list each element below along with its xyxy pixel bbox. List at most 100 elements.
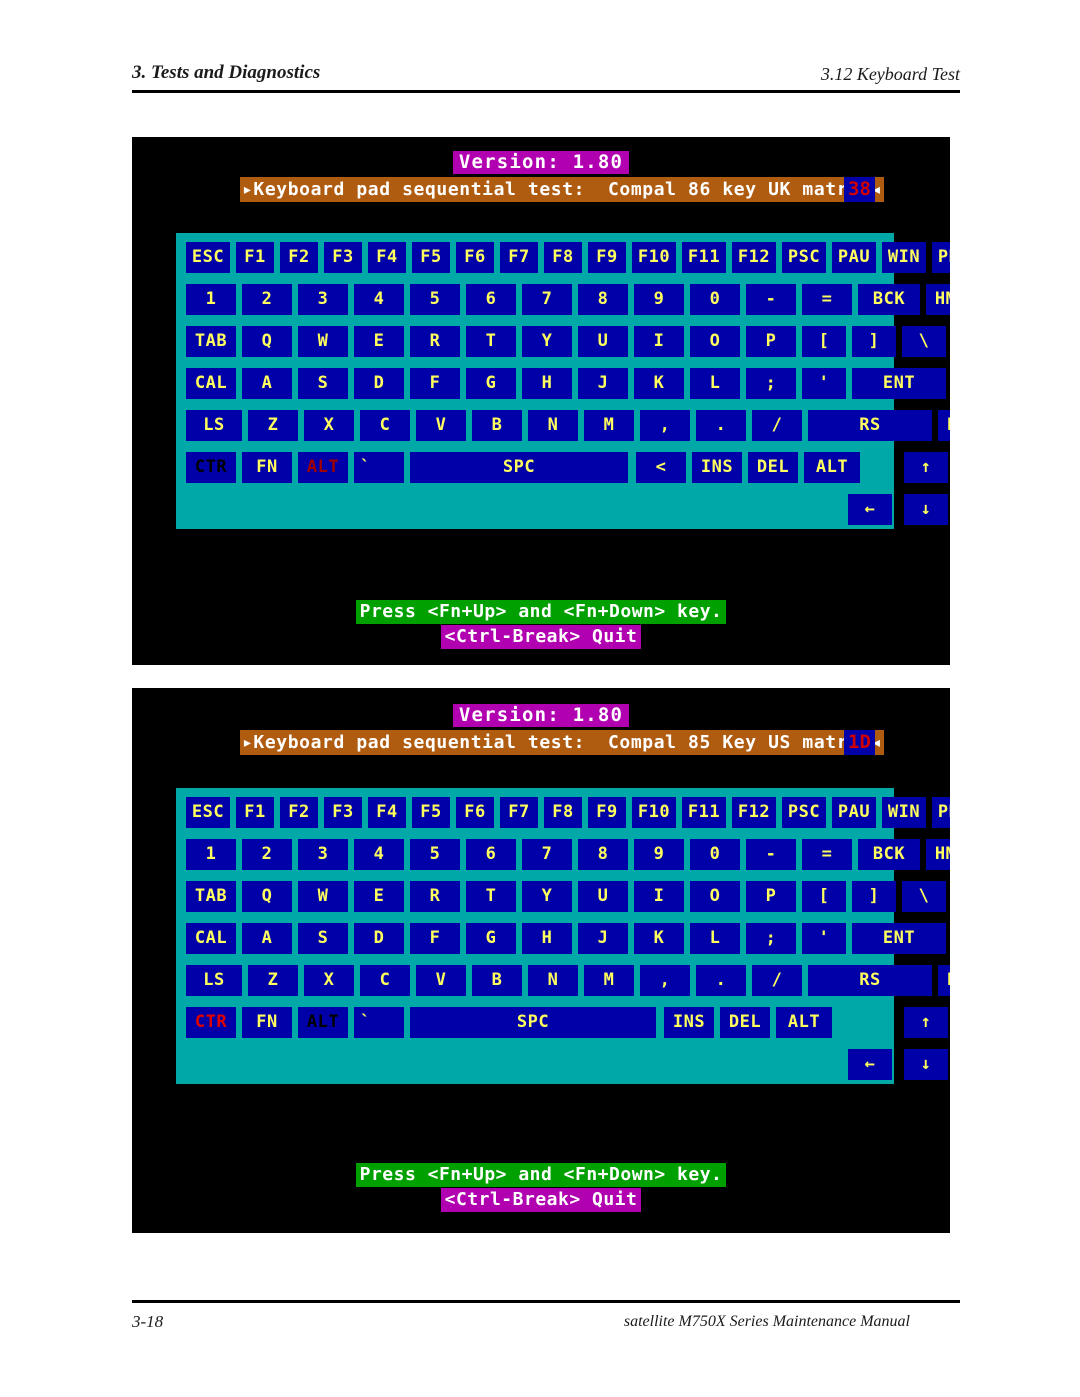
keyboard-key[interactable]: F8 xyxy=(544,242,582,273)
keyboard-key[interactable]: L xyxy=(690,368,740,399)
keyboard-key[interactable]: Q xyxy=(242,326,292,357)
keyboard-key[interactable]: B xyxy=(472,965,522,996)
keyboard-key[interactable]: Z xyxy=(248,965,298,996)
keyboard-key[interactable]: 3 xyxy=(298,839,348,870)
keyboard-key[interactable]: F3 xyxy=(324,242,362,273)
keyboard-key[interactable]: 3 xyxy=(298,284,348,315)
keyboard-key[interactable]: CAL xyxy=(186,368,236,399)
keyboard-key[interactable]: F6 xyxy=(456,797,494,828)
keyboard-key[interactable]: PAU xyxy=(832,797,876,828)
keyboard-key[interactable]: J xyxy=(578,368,628,399)
keyboard-key[interactable]: 9 xyxy=(634,284,684,315)
keyboard-key[interactable]: LS xyxy=(186,965,242,996)
keyboard-key[interactable]: WIN xyxy=(882,797,926,828)
keyboard-key[interactable]: F10 xyxy=(632,797,676,828)
keyboard-key[interactable]: I xyxy=(634,326,684,357)
keyboard-key[interactable]: [ xyxy=(802,326,846,357)
keyboard-key[interactable]: F9 xyxy=(588,797,626,828)
keyboard-key[interactable]: 6 xyxy=(466,284,516,315)
keyboard-key[interactable]: PSC xyxy=(782,242,826,273)
keyboard-key[interactable]: 7 xyxy=(522,839,572,870)
keyboard-key[interactable]: O xyxy=(690,881,740,912)
keyboard-key[interactable]: ' xyxy=(802,923,846,954)
keyboard-key[interactable]: - xyxy=(746,284,796,315)
keyboard-key[interactable]: HME xyxy=(926,284,950,315)
keyboard-key[interactable]: L xyxy=(690,923,740,954)
keyboard-key[interactable]: V xyxy=(416,410,466,441)
keyboard-key[interactable]: - xyxy=(746,839,796,870)
keyboard-key[interactable]: FN xyxy=(242,1007,292,1038)
keyboard-key[interactable]: E xyxy=(354,326,404,357)
keyboard-key[interactable]: ENT xyxy=(852,923,946,954)
keyboard-key[interactable]: END xyxy=(938,965,950,996)
keyboard-key[interactable]: / xyxy=(752,410,802,441)
keyboard-key[interactable]: 6 xyxy=(466,839,516,870)
keyboard-key[interactable]: < xyxy=(636,452,686,483)
keyboard-key[interactable]: S xyxy=(298,923,348,954)
keyboard-key[interactable]: \ xyxy=(902,326,946,357)
keyboard-key[interactable]: D xyxy=(354,923,404,954)
keyboard-key[interactable]: PRN xyxy=(932,797,950,828)
keyboard-key[interactable]: X xyxy=(304,410,354,441)
keyboard-key[interactable]: \ xyxy=(902,881,946,912)
keyboard-key[interactable]: ESC xyxy=(186,242,230,273)
keyboard-key[interactable]: G xyxy=(466,923,516,954)
keyboard-key[interactable]: W xyxy=(298,881,348,912)
keyboard-key[interactable]: F11 xyxy=(682,242,726,273)
keyboard-key[interactable]: ' xyxy=(802,368,846,399)
keyboard-key[interactable]: F1 xyxy=(236,242,274,273)
keyboard-key[interactable]: 1 xyxy=(186,284,236,315)
keyboard-key[interactable]: TAB xyxy=(186,881,236,912)
keyboard-key[interactable]: ; xyxy=(746,368,796,399)
keyboard-key[interactable]: T xyxy=(466,326,516,357)
keyboard-key[interactable]: INS xyxy=(664,1007,714,1038)
keyboard-key[interactable]: F12 xyxy=(732,242,776,273)
keyboard-key[interactable]: E xyxy=(354,881,404,912)
keyboard-key[interactable]: J xyxy=(578,923,628,954)
keyboard-key[interactable]: FN xyxy=(242,452,292,483)
keyboard-key[interactable]: / xyxy=(752,965,802,996)
keyboard-key[interactable]: V xyxy=(416,965,466,996)
keyboard-key[interactable]: F1 xyxy=(236,797,274,828)
keyboard-key[interactable]: CTR xyxy=(186,452,236,483)
keyboard-key[interactable]: H xyxy=(522,368,572,399)
keyboard-key[interactable]: P xyxy=(746,881,796,912)
keyboard-key[interactable]: B xyxy=(472,410,522,441)
keyboard-key[interactable]: F xyxy=(410,923,460,954)
keyboard-key[interactable]: PAU xyxy=(832,242,876,273)
keyboard-key[interactable]: SPC xyxy=(410,452,628,483)
keyboard-key[interactable]: ↓ xyxy=(904,1049,948,1080)
keyboard-key[interactable]: 5 xyxy=(410,839,460,870)
keyboard-key[interactable]: T xyxy=(466,881,516,912)
keyboard-key[interactable]: A xyxy=(242,923,292,954)
keyboard-key[interactable]: 9 xyxy=(634,839,684,870)
keyboard-key[interactable]: F12 xyxy=(732,797,776,828)
keyboard-key[interactable]: RS xyxy=(808,965,932,996)
keyboard-key[interactable]: K xyxy=(634,923,684,954)
keyboard-key[interactable]: ENT xyxy=(852,368,946,399)
keyboard-key[interactable]: LS xyxy=(186,410,242,441)
keyboard-key[interactable]: I xyxy=(634,881,684,912)
keyboard-key[interactable]: K xyxy=(634,368,684,399)
keyboard-key[interactable]: F3 xyxy=(324,797,362,828)
keyboard-key[interactable]: = xyxy=(802,839,852,870)
keyboard-key[interactable]: END xyxy=(938,410,950,441)
keyboard-key[interactable]: 0 xyxy=(690,284,740,315)
keyboard-key[interactable]: = xyxy=(802,284,852,315)
keyboard-key[interactable]: 2 xyxy=(242,839,292,870)
keyboard-key[interactable]: . xyxy=(696,965,746,996)
keyboard-key[interactable]: F2 xyxy=(280,797,318,828)
keyboard-key[interactable]: W xyxy=(298,326,348,357)
keyboard-key[interactable]: ` xyxy=(354,452,404,483)
keyboard-key[interactable]: 8 xyxy=(578,839,628,870)
keyboard-key[interactable]: P xyxy=(746,326,796,357)
keyboard-key[interactable]: M xyxy=(584,410,634,441)
keyboard-key[interactable]: ALT xyxy=(804,452,860,483)
keyboard-key[interactable]: , xyxy=(640,410,690,441)
keyboard-key[interactable]: ` xyxy=(354,1007,404,1038)
keyboard-key[interactable]: BCK xyxy=(858,839,920,870)
keyboard-key[interactable]: ↑ xyxy=(904,452,948,483)
keyboard-key[interactable]: D xyxy=(354,368,404,399)
keyboard-key[interactable]: TAB xyxy=(186,326,236,357)
keyboard-key[interactable]: ← xyxy=(848,1049,892,1080)
